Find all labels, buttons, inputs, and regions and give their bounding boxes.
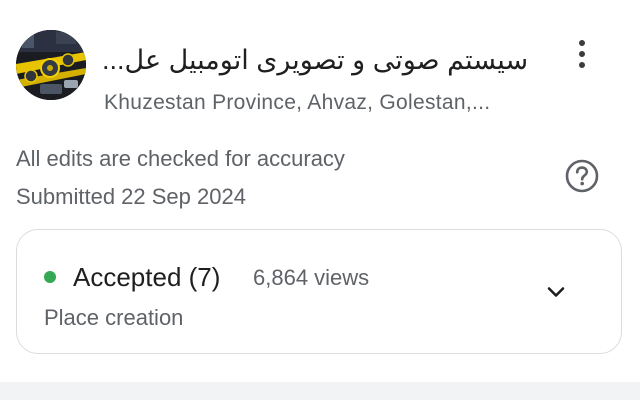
- more-options-button[interactable]: [568, 36, 596, 72]
- edit-status: Accepted (7): [73, 262, 221, 292]
- bottom-divider: [0, 382, 640, 400]
- place-avatar[interactable]: [16, 30, 86, 100]
- help-circle-icon: [565, 159, 599, 193]
- edit-card[interactable]: Accepted (7) 6,864 views Place creation: [16, 229, 622, 354]
- place-title[interactable]: سیستم صوتی و تصویری اتومبیل عل...: [102, 40, 540, 80]
- more-vert-icon: [579, 40, 585, 46]
- views-count: 6,864 views: [253, 265, 370, 290]
- place-address: Khuzestan Province, Ahvaz, Golestan,...: [104, 91, 491, 114]
- submitted-date: Submitted 22 Sep 2024: [16, 184, 246, 209]
- chevron-down-icon: [547, 287, 565, 297]
- place-photo: [16, 30, 86, 100]
- help-button[interactable]: [563, 157, 601, 195]
- status-indicator-dot: [44, 271, 56, 283]
- edit-type: Place creation: [44, 305, 184, 330]
- accuracy-note: All edits are checked for accuracy: [16, 146, 345, 171]
- expand-button[interactable]: [541, 277, 571, 307]
